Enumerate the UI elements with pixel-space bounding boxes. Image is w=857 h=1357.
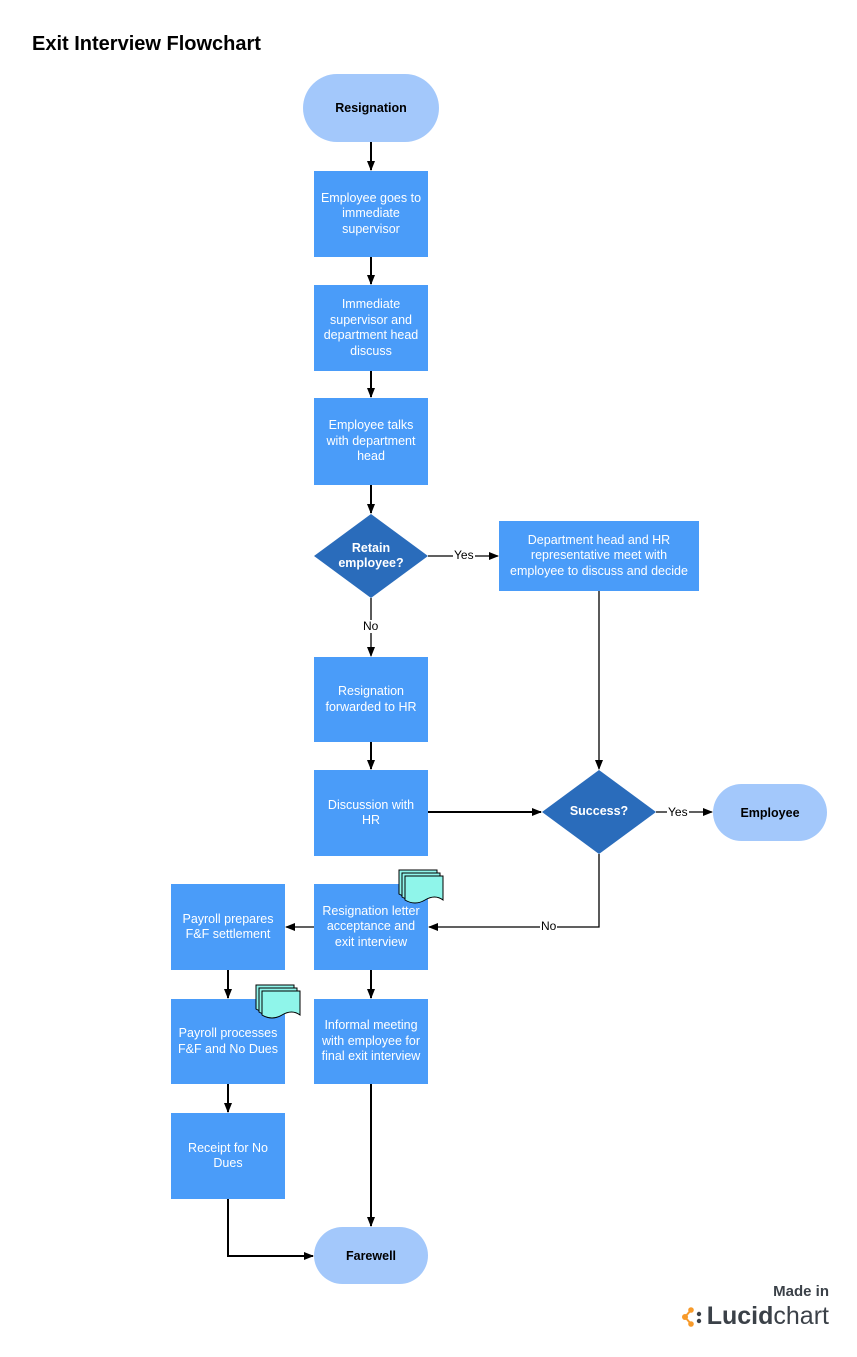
process-supervisor-dept-discuss-label: Immediate supervisor and department head… <box>323 297 419 358</box>
process-goes-to-supervisor[interactable]: Employee goes to immediate supervisor <box>314 171 428 257</box>
lucidchart-branding[interactable]: Made in Lucid chart <box>681 1283 829 1331</box>
terminal-resignation-label: Resignation <box>335 101 407 115</box>
connector-layer <box>224 142 713 1260</box>
process-payroll-prepares-label: Payroll prepares F&F settlement <box>182 911 274 942</box>
process-informal-meeting[interactable]: Informal meeting with employee for final… <box>314 999 428 1084</box>
terminal-employee[interactable]: Employee <box>713 784 827 841</box>
decision-retain-label: Retain employee? <box>338 540 404 571</box>
process-discussion-hr-label: Discussion with HR <box>327 797 415 828</box>
lucid-wordmark: Lucid <box>706 1302 774 1330</box>
edge-receipt-to-farewell <box>227 1199 314 1260</box>
process-supervisor-dept-discuss[interactable]: Immediate supervisor and department head… <box>314 285 428 371</box>
process-dept-hr-meet[interactable]: Department head and HR representative me… <box>499 521 699 591</box>
terminal-employee-label: Employee <box>740 805 800 820</box>
process-forwarded-hr[interactable]: Resignation forwarded to HR <box>314 657 428 742</box>
terminal-farewell-label: Farewell <box>345 1248 397 1263</box>
process-discussion-hr[interactable]: Discussion with HR <box>314 770 428 856</box>
edge-success-no <box>428 854 600 931</box>
decision-success-label: Success? <box>569 804 629 819</box>
process-letter-acceptance-label: Resignation letter acceptance and exit i… <box>322 903 420 949</box>
terminal-farewell[interactable]: Farewell <box>314 1227 428 1284</box>
process-informal-meeting-label: Informal meeting with employee for final… <box>321 1018 421 1064</box>
edge-label-success-yes: Yes <box>667 805 689 819</box>
multi-document-icon <box>255 984 301 1019</box>
multi-document-icon <box>398 869 444 904</box>
process-payroll-processes-label: Payroll processes F&F and No Dues <box>177 1026 279 1056</box>
process-talks-dept-head[interactable]: Employee talks with department head <box>314 398 428 485</box>
process-receipt-no-dues-label: Receipt for No Dues <box>188 1140 268 1171</box>
edge-label-retain-no: No <box>362 619 380 633</box>
process-payroll-prepares[interactable]: Payroll prepares F&F settlement <box>171 884 285 970</box>
made-in-text: Made in <box>773 1283 829 1300</box>
edge-label-retain-yes: Yes <box>453 548 475 562</box>
chart-wordmark: chart <box>773 1302 829 1330</box>
lucidchart-logo: Lucid chart <box>681 1302 829 1331</box>
process-forwarded-hr-label: Resignation forwarded to HR <box>325 684 417 714</box>
process-talks-dept-head-label: Employee talks with department head <box>326 418 416 464</box>
terminal-resignation[interactable]: Resignation <box>303 74 439 142</box>
lucidchart-logo-icon <box>681 1306 701 1327</box>
process-goes-to-supervisor-label: Employee goes to immediate supervisor <box>320 190 422 236</box>
process-dept-hr-meet-label: Department head and HR representative me… <box>510 532 688 578</box>
process-receipt-no-dues[interactable]: Receipt for No Dues <box>171 1113 285 1199</box>
edge-label-success-no: No <box>540 919 558 933</box>
